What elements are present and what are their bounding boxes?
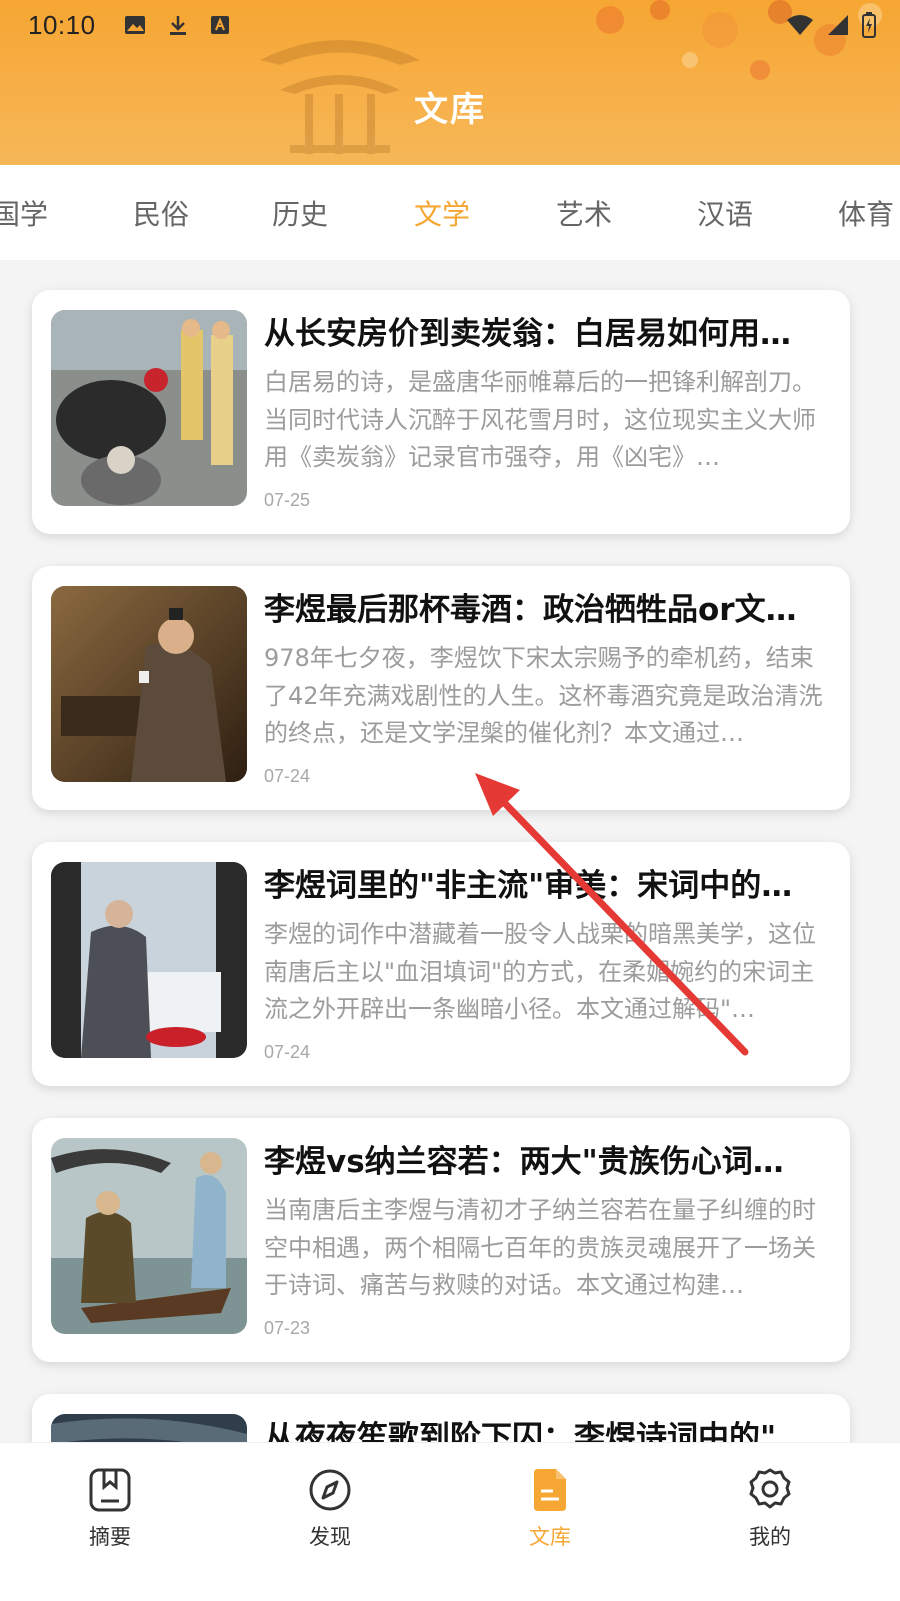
tab-wenxue[interactable]: 文学 <box>414 193 470 233</box>
article-card[interactable]: 李煜词里的"非主流"审美：宋词中的… 李煜的词作中潜藏着一股令人战栗的暗黑美学，… <box>32 842 850 1086</box>
article-card[interactable]: 从夜夜笙歌到阶下囚：李煜诗词中的" <box>32 1394 850 1442</box>
article-thumbnail <box>51 862 247 1058</box>
page-title: 文库 <box>414 90 486 130</box>
article-thumbnail <box>51 310 247 506</box>
compass-icon <box>309 1469 351 1511</box>
status-bar: 10:10 <box>28 8 876 42</box>
article-card[interactable]: 李煜最后那杯毒酒：政治牺牲品or文… 978年七夕夜，李煜饮下宋太宗赐予的牵机药… <box>32 566 850 810</box>
article-thumbnail <box>51 1414 247 1442</box>
category-tabs: 国学 民俗 历史 文学 艺术 汉语 体育 <box>0 165 900 260</box>
article-description: 978年七夕夜，李煜饮下宋太宗赐予的牵机药，结束了42年充满戏剧性的人生。这杯毒… <box>264 644 823 747</box>
article-date: 07-23 <box>264 1318 311 1338</box>
article-title: 李煜最后那杯毒酒：政治牺牲品or文… <box>264 592 797 628</box>
tab-yishu[interactable]: 艺术 <box>556 193 612 233</box>
nav-item-library[interactable]: 文库 <box>490 1467 610 1551</box>
battery-icon <box>862 12 876 38</box>
tab-hanyu[interactable]: 汉语 <box>697 193 753 233</box>
document-icon <box>534 1469 566 1511</box>
article-thumbnail <box>51 1138 247 1334</box>
nav-item-discover[interactable]: 发现 <box>270 1467 390 1551</box>
tab-tiyu[interactable]: 体育 <box>838 193 894 233</box>
image-icon <box>124 16 145 34</box>
app-header: 10:10 文库 <box>0 0 900 165</box>
article-date: 07-24 <box>264 1042 311 1062</box>
article-date: 07-25 <box>264 490 311 510</box>
nav-item-mine[interactable]: 我的 <box>710 1467 830 1551</box>
article-description: 白居易的诗，是盛唐华丽帷幕后的一把锋利解剖刀。当同时代诗人沉醉于风花雪月时，这位… <box>264 368 816 471</box>
article-description: 当南唐后主李煜与清初才子纳兰容若在量子纠缠的时空中相遇，两个相隔七百年的贵族灵魂… <box>264 1196 816 1299</box>
article-title: 从长安房价到卖炭翁：白居易如何用… <box>264 316 791 352</box>
wifi-icon <box>787 15 813 35</box>
tab-lishi[interactable]: 历史 <box>272 193 328 233</box>
article-description: 李煜的词作中潜藏着一股令人战栗的暗黑美学，这位南唐后主以"血泪填词"的方式，在柔… <box>264 920 816 1023</box>
nav-label: 摘要 <box>89 1525 131 1549</box>
gear-icon <box>749 1468 791 1509</box>
nav-item-summary[interactable]: 摘要 <box>50 1467 170 1551</box>
tab-minsu[interactable]: 民俗 <box>133 193 189 233</box>
nav-label: 文库 <box>529 1525 571 1549</box>
nav-label: 发现 <box>309 1525 351 1549</box>
font-a-icon <box>210 16 229 34</box>
article-card[interactable]: 从长安房价到卖炭翁：白居易如何用… 白居易的诗，是盛唐华丽帷幕后的一把锋利解剖刀… <box>32 290 850 534</box>
article-date: 07-24 <box>264 766 311 786</box>
article-title: 李煜vs纳兰容若：两大"贵族伤心词… <box>264 1144 784 1180</box>
signal-icon <box>828 15 848 35</box>
article-title: 李煜词里的"非主流"审美：宋词中的… <box>264 868 793 904</box>
article-thumbnail <box>51 586 247 782</box>
article-title: 从夜夜笙歌到阶下囚：李煜诗词中的" <box>264 1420 777 1442</box>
bottom-navigation: 摘要 发现 文库 我的 <box>0 1442 900 1601</box>
download-icon <box>169 16 186 35</box>
article-list: 从长安房价到卖炭翁：白居易如何用… 白居易的诗，是盛唐华丽帷幕后的一把锋利解剖刀… <box>0 260 900 1442</box>
bookmark-doc-icon <box>89 1468 131 1512</box>
article-card[interactable]: 李煜vs纳兰容若：两大"贵族伤心词… 当南唐后主李煜与清初才子纳兰容若在量子纠缠… <box>32 1118 850 1362</box>
status-time: 10:10 <box>28 9 96 40</box>
nav-label: 我的 <box>749 1525 791 1549</box>
tab-guoxue[interactable]: 国学 <box>0 193 48 233</box>
